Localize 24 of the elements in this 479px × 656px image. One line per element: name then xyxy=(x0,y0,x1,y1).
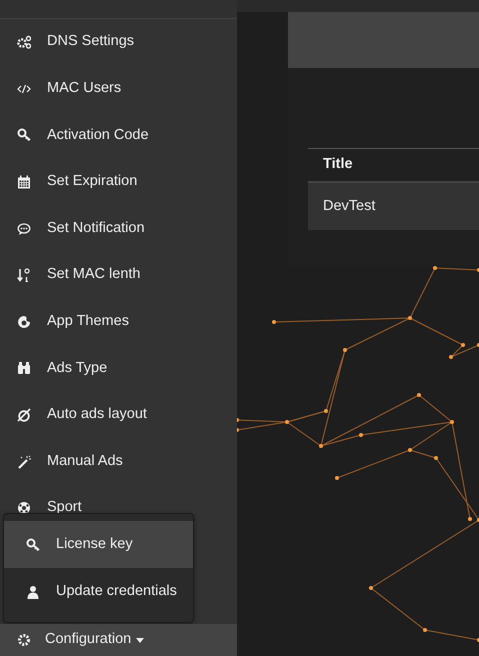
sidebar-item[interactable]: Set Notification xyxy=(0,205,237,252)
sidebar-item[interactable]: App Themes xyxy=(0,298,237,346)
dropdown-item[interactable]: License key xyxy=(4,521,193,568)
gears-icon xyxy=(17,35,31,50)
sidebar-item[interactable]: Ads Type xyxy=(0,345,237,392)
wand-icon xyxy=(17,454,31,469)
user-icon xyxy=(26,584,40,598)
calendar-icon xyxy=(17,175,31,190)
sidebar-item[interactable]: Activation Code xyxy=(0,112,237,159)
gear-icon xyxy=(17,633,31,647)
sidebar-item[interactable]: Auto ads layout xyxy=(0,392,237,438)
sidebar-item[interactable]: DNS Settings xyxy=(0,19,237,66)
configuration-menu[interactable]: Configuration xyxy=(0,624,237,656)
chat-icon xyxy=(17,222,31,236)
key-icon xyxy=(17,128,31,142)
sidebar-item[interactable]: MAC Users xyxy=(0,66,237,112)
sidebar-item[interactable]: Manual Ads xyxy=(0,438,237,485)
table-cell: DevTest xyxy=(308,183,479,230)
binoculars-icon xyxy=(17,361,31,376)
key-icon xyxy=(26,538,40,552)
sidebar-item[interactable]: Set MAC lenth xyxy=(0,252,237,299)
sidebar-item[interactable]: Set Expiration xyxy=(0,158,237,206)
dropdown-item[interactable]: Update credentials xyxy=(4,568,193,615)
sort-icon xyxy=(17,268,31,282)
